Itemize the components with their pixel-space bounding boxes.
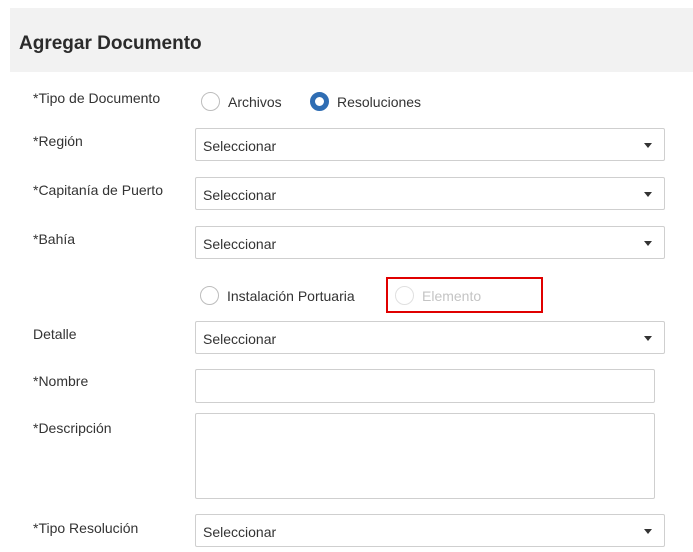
radio-resoluciones-circle[interactable] [310,92,329,111]
detalle-label: Detalle [33,326,77,342]
radio-archivos[interactable]: Archivos [201,92,282,111]
chevron-down-icon [644,241,652,246]
bahia-label: *Bahía [33,231,76,247]
radio-archivos-circle[interactable] [201,92,220,111]
form-header: Agregar Documento [10,8,693,72]
nombre-label: *Nombre [33,373,89,389]
tipo-resolucion-select[interactable]: Seleccionar [195,514,665,547]
region-select[interactable]: Seleccionar [195,128,665,161]
detalle-select-value: Seleccionar [203,331,277,347]
radio-archivos-label: Archivos [228,93,282,110]
region-select-value: Seleccionar [203,138,277,154]
radio-instalacion-portuaria[interactable]: Instalación Portuaria [200,286,355,305]
bahia-select[interactable]: Seleccionar [195,226,665,259]
capitania-label: *Capitanía de Puerto [33,182,163,198]
capitania-select[interactable]: Seleccionar [195,177,665,210]
bahia-select-value: Seleccionar [203,236,277,252]
chevron-down-icon [644,529,652,534]
radio-resoluciones-label: Resoluciones [337,93,422,110]
region-label: *Región [33,133,83,149]
chevron-down-icon [644,336,652,341]
nombre-input[interactable] [195,369,655,403]
highlight-box [386,277,543,313]
capitania-select-value: Seleccionar [203,187,277,203]
descripcion-label: *Descripción [33,420,112,436]
descripcion-textarea[interactable] [195,413,655,499]
tipo-documento-label: *Tipo de Documento [33,90,161,106]
page-title: Agregar Documento [19,33,202,54]
detalle-select[interactable]: Seleccionar [195,321,665,354]
radio-instalacion-portuaria-label: Instalación Portuaria [227,287,355,304]
radio-resoluciones[interactable]: Resoluciones [310,92,421,111]
tipo-resolucion-select-value: Seleccionar [203,524,277,540]
tipo-resolucion-label: *Tipo Resolución [33,520,139,536]
chevron-down-icon [644,143,652,148]
chevron-down-icon [644,192,652,197]
radio-instalacion-portuaria-circle[interactable] [200,286,219,305]
